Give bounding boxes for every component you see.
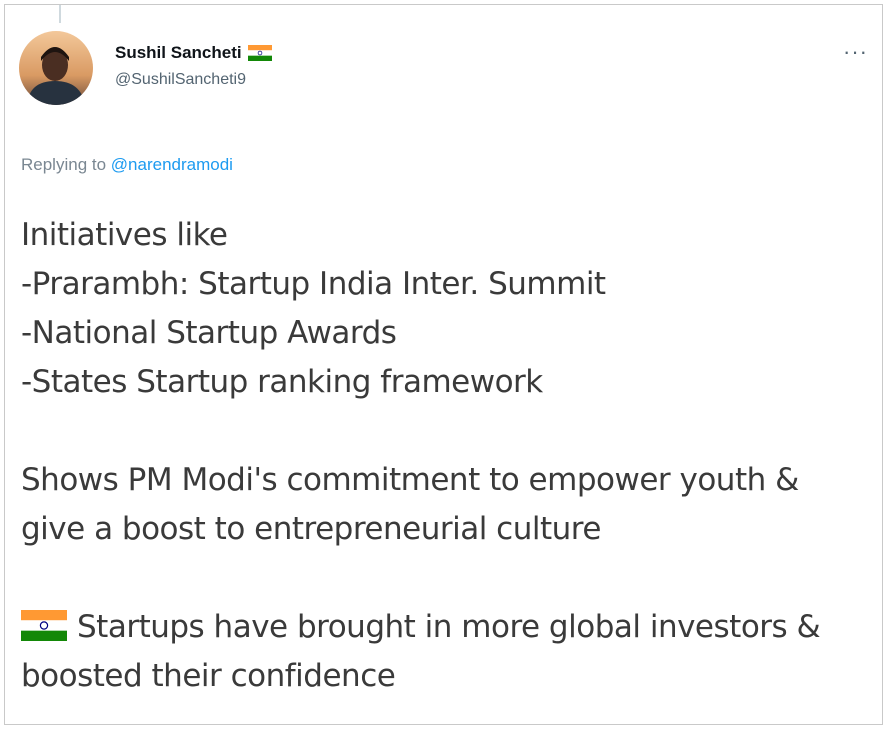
replying-to: Replying to @narendramodi: [21, 155, 233, 175]
india-flag-icon: [21, 607, 67, 641]
author-name-row[interactable]: Sushil Sancheti: [115, 43, 272, 63]
india-flag-icon: [247, 45, 272, 61]
tweet-line: Shows PM Modi's commitment to empower yo…: [21, 462, 799, 498]
avatar[interactable]: [19, 31, 93, 105]
tweet-line-with-flag: Startups have brought in more global inv…: [21, 603, 861, 652]
tweet-line: -States Startup ranking framework: [21, 364, 543, 400]
more-options-icon[interactable]: ···: [843, 41, 868, 63]
tweet-line-text: Startups have brought in more global inv…: [77, 609, 821, 645]
thread-line: [59, 5, 61, 23]
mention-link[interactable]: @narendramodi: [111, 155, 233, 174]
replying-to-label: Replying to: [21, 155, 107, 174]
tweet-line: -Prarambh: Startup India Inter. Summit: [21, 266, 606, 302]
tweet-line: give a boost to entrepreneurial culture: [21, 511, 601, 547]
author-handle[interactable]: @SushilSancheti9: [115, 71, 246, 89]
tweet-line: Initiatives like: [21, 217, 228, 253]
tweet-line: boosted their confidence: [21, 658, 396, 694]
tweet-text: Initiatives like -Prarambh: Startup Indi…: [21, 211, 861, 701]
author-display-name[interactable]: Sushil Sancheti: [115, 43, 242, 63]
tweet-line: -National Startup Awards: [21, 315, 397, 351]
tweet-card[interactable]: Sushil Sancheti @SushilSancheti9 ··· Rep…: [4, 4, 883, 725]
